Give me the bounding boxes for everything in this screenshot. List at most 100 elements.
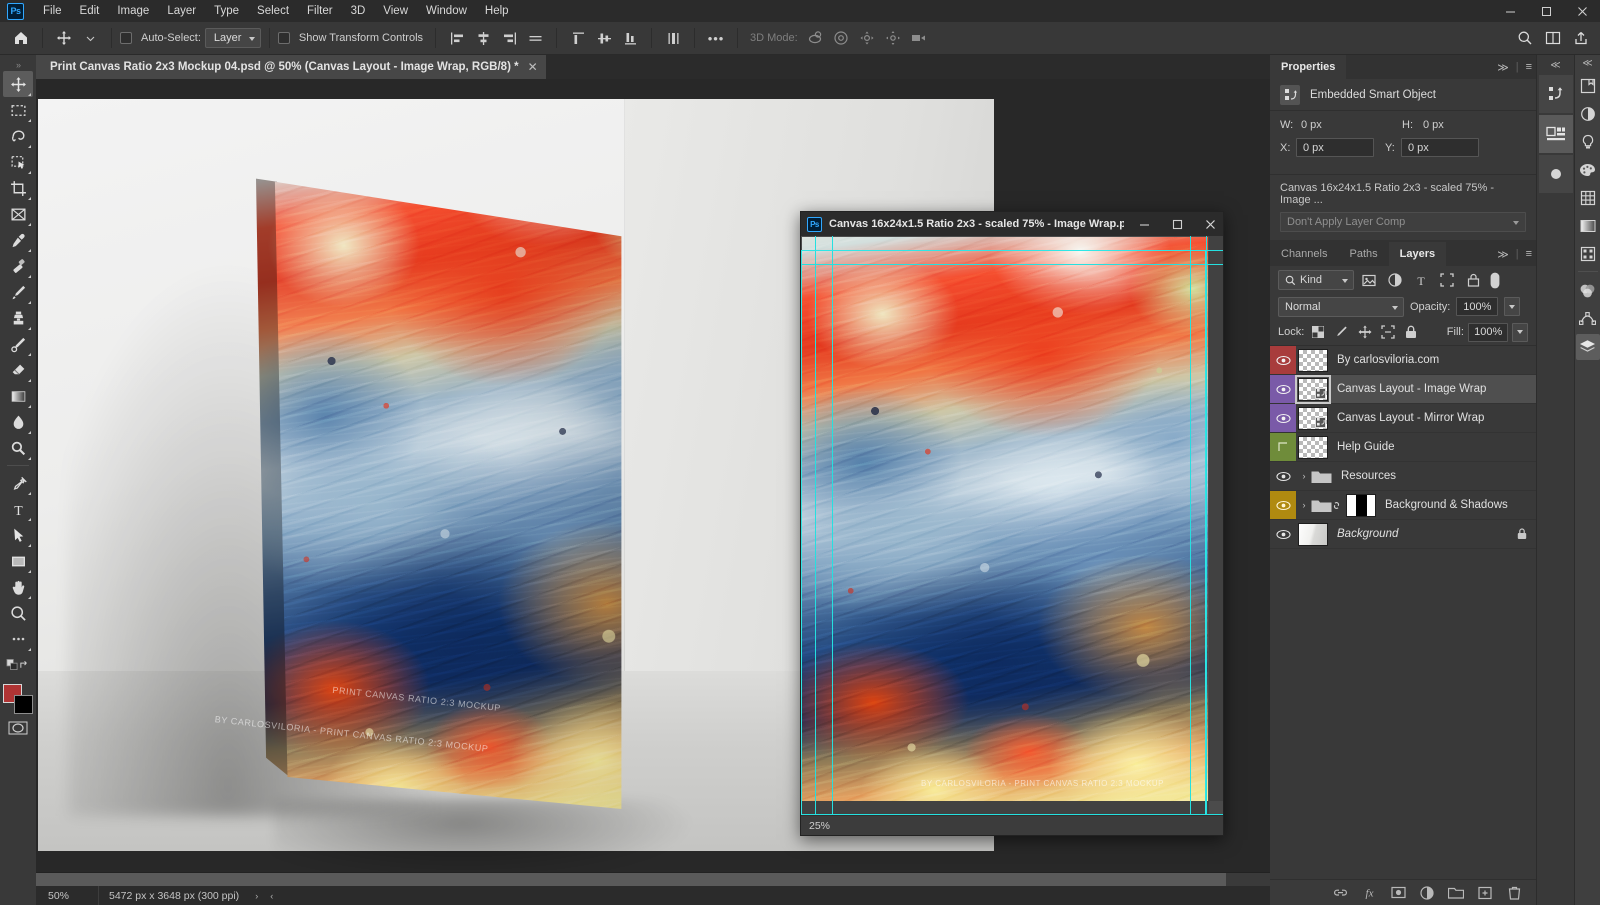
rail-collapse-icon[interactable]: ≪	[1575, 55, 1600, 71]
actions-panel-icon[interactable]	[1538, 115, 1573, 153]
canvas-horizontal-scrollbar[interactable]	[36, 873, 1270, 886]
align-top-icon[interactable]	[565, 26, 591, 50]
path-selection-tool[interactable]	[3, 522, 33, 548]
edit-toolbar-tool[interactable]	[3, 626, 33, 652]
layer-row-canvas-layout-mirror-wrap[interactable]: Canvas Layout - Mirror Wrap	[1270, 404, 1536, 433]
rectangle-tool[interactable]	[3, 548, 33, 574]
x-field[interactable]: 0 px	[1296, 138, 1374, 157]
layers-menu-icon[interactable]: ≡	[1526, 248, 1532, 260]
menu-file[interactable]: File	[34, 2, 71, 20]
menu-edit[interactable]: Edit	[71, 2, 109, 20]
status-collapse-icon[interactable]: ‹	[264, 891, 279, 901]
color-grid-panel-icon[interactable]	[1576, 185, 1600, 211]
menu-3d[interactable]: 3D	[342, 2, 375, 20]
swatches-panel-icon[interactable]	[1576, 157, 1600, 183]
mask-link-icon[interactable]	[1332, 499, 1344, 512]
floating-maximize-button[interactable]	[1164, 212, 1190, 236]
layer-visibility-toggle[interactable]	[1270, 491, 1296, 519]
crop-tool[interactable]	[3, 175, 33, 201]
align-left-edges-icon[interactable]	[444, 26, 470, 50]
tool-preset-chevron-icon[interactable]	[77, 26, 103, 50]
layer-row-help-guide[interactable]: Help Guide	[1270, 433, 1536, 462]
brush-tool[interactable]	[3, 279, 33, 305]
auto-select-checkbox[interactable]	[120, 32, 132, 44]
more-options-icon[interactable]: •••	[703, 26, 729, 50]
filter-enable-toggle[interactable]	[1488, 269, 1501, 291]
new-adjustment-layer-icon[interactable]	[1419, 885, 1435, 901]
filter-kind-dropdown[interactable]: Kind	[1278, 270, 1354, 290]
layer-style-icon[interactable]: fx	[1361, 885, 1377, 901]
layer-thumbnail[interactable]	[1298, 348, 1328, 372]
align-bottom-icon[interactable]	[617, 26, 643, 50]
home-icon[interactable]	[8, 26, 34, 50]
group-folder-icon[interactable]	[1310, 496, 1332, 514]
menu-help[interactable]: Help	[476, 2, 518, 20]
pen-tool[interactable]	[3, 470, 33, 496]
layers-list[interactable]: By carlosviloria.com Canvas Layout - Ima	[1270, 345, 1536, 879]
channels-panel-icon[interactable]	[1576, 278, 1600, 304]
menu-view[interactable]: View	[374, 2, 417, 20]
properties-collapse-icon[interactable]: ≫	[1497, 61, 1509, 74]
document-tab[interactable]: Print Canvas Ratio 2x3 Mockup 04.psd @ 5…	[36, 55, 547, 79]
group-folder-icon[interactable]	[1310, 467, 1332, 485]
layer-thumbnail[interactable]	[1295, 374, 1331, 404]
eraser-tool[interactable]	[3, 357, 33, 383]
gradient-tool[interactable]	[3, 383, 33, 409]
status-document-info[interactable]: 5472 px x 3648 px (300 ppi)	[98, 886, 249, 905]
align-horizontal-centers-icon[interactable]	[470, 26, 496, 50]
y-field[interactable]: 0 px	[1401, 138, 1479, 157]
layer-row-resources[interactable]: › Resources	[1270, 462, 1536, 491]
search-icon[interactable]	[1512, 26, 1538, 50]
layer-name[interactable]: By carlosviloria.com	[1328, 354, 1536, 366]
new-group-icon[interactable]	[1448, 885, 1464, 901]
add-layer-mask-icon[interactable]	[1390, 885, 1406, 901]
opacity-field[interactable]: 100%	[1456, 297, 1499, 316]
selection-bounding-box[interactable]	[801, 250, 1206, 815]
align-top-edges-icon[interactable]	[522, 26, 548, 50]
auto-select-target-dropdown[interactable]: Layer	[204, 28, 261, 48]
layers-collapse-icon[interactable]: ≫	[1497, 248, 1509, 261]
floating-window-canvas[interactable]: BY CARLOSVILORIA - PRINT CANVAS RATIO 2:…	[801, 236, 1223, 815]
lock-image-pixels-icon[interactable]	[1332, 322, 1351, 342]
libraries-panel-icon[interactable]	[1576, 73, 1600, 99]
distribute-horizontal-icon[interactable]	[660, 26, 686, 50]
fill-field[interactable]: 100%	[1467, 322, 1509, 342]
move-tool-icon[interactable]	[51, 26, 77, 50]
menu-select[interactable]: Select	[248, 2, 298, 20]
floating-window-zoom-level[interactable]: 25%	[809, 820, 830, 832]
dodge-tool[interactable]	[3, 435, 33, 461]
fill-stepper[interactable]	[1512, 322, 1528, 342]
layer-thumbnail[interactable]	[1298, 522, 1328, 546]
lock-all-icon[interactable]	[1401, 322, 1420, 342]
floating-window-title-bar[interactable]: Ps Canvas 16x24x1.5 Ratio 2x3 - scaled 7…	[801, 212, 1223, 236]
close-button[interactable]	[1564, 0, 1600, 22]
adjustments-panel-icon[interactable]	[1576, 101, 1600, 127]
group-disclosure-icon[interactable]: ›	[1296, 500, 1308, 510]
smart-object-filter-icon[interactable]	[1462, 269, 1484, 291]
arrange-documents-icon[interactable]	[1540, 26, 1566, 50]
toolbar-grip[interactable]: »	[0, 59, 36, 71]
menu-image[interactable]: Image	[108, 2, 158, 20]
menu-window[interactable]: Window	[417, 2, 476, 20]
history-panel-icon[interactable]	[1538, 75, 1573, 113]
distribute-vertical-centers-icon[interactable]	[591, 26, 617, 50]
layer-name[interactable]: Resources	[1332, 470, 1536, 482]
layer-visibility-toggle[interactable]	[1270, 433, 1296, 461]
gradients-panel-icon[interactable]	[1576, 213, 1600, 239]
floating-minimize-button[interactable]	[1131, 212, 1157, 236]
layer-visibility-toggle[interactable]	[1270, 375, 1296, 403]
scrollbar-thumb[interactable]	[36, 873, 1226, 886]
close-icon[interactable]: ✕	[528, 60, 538, 74]
type-filter-icon[interactable]: T	[1410, 269, 1432, 291]
shape-filter-icon[interactable]	[1436, 269, 1458, 291]
canvas-print-mockup[interactable]	[256, 169, 676, 809]
move-tool[interactable]	[3, 71, 33, 97]
layer-mask-thumbnail[interactable]	[1346, 493, 1376, 517]
tab-channels[interactable]: Channels	[1270, 242, 1338, 266]
lock-artboard-nesting-icon[interactable]	[1378, 322, 1397, 342]
blur-tool[interactable]	[3, 409, 33, 435]
properties-menu-icon[interactable]: ≡	[1526, 61, 1532, 73]
layer-row-background[interactable]: Background	[1270, 520, 1536, 549]
collapse-panels-icon[interactable]: ≪	[1537, 57, 1574, 73]
status-expand-icon[interactable]: ›	[249, 891, 264, 901]
